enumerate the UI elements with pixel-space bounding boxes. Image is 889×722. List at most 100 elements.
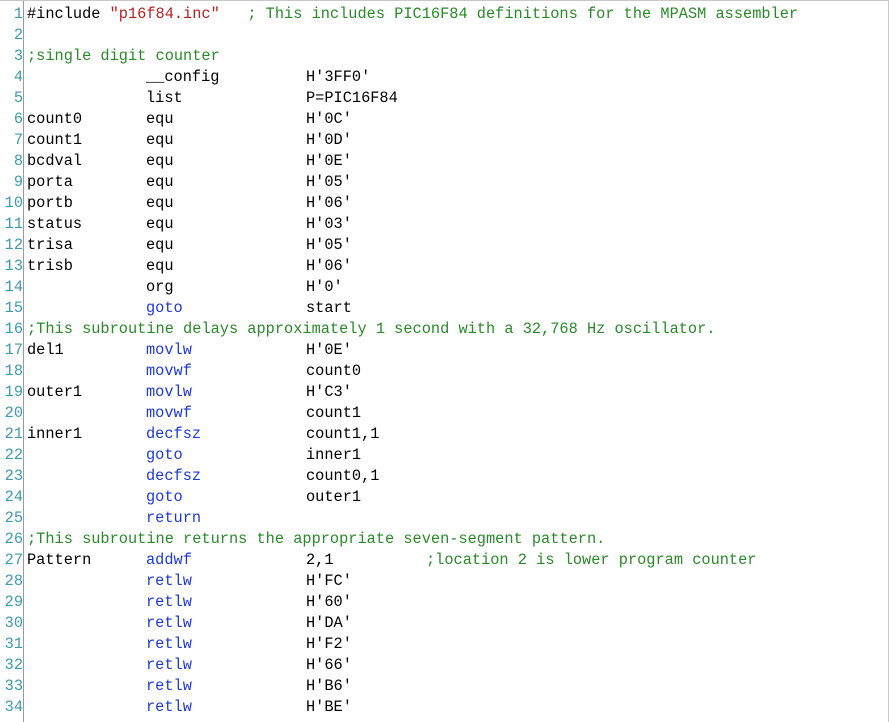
line-number: 7 — [13, 131, 23, 149]
instruction-mnemonic: retlw — [146, 572, 192, 590]
code-line[interactable]: 7 count1 equ H'0D' — [0, 130, 888, 151]
code-line[interactable]: 34 retlw H'BE' — [0, 697, 888, 718]
code-line[interactable]: 19 outer1 movlw H'C3' — [0, 382, 888, 403]
line-number: 19 — [4, 383, 23, 401]
code-line[interactable]: 14 org H'0' — [0, 277, 888, 298]
code-line[interactable]: 21 inner1 decfsz count1,1 — [0, 424, 888, 445]
line-number: 16 — [4, 320, 23, 338]
instruction-mnemonic: movwf — [146, 404, 192, 422]
operand-text: count0,1 — [306, 467, 380, 485]
line-number: 32 — [4, 656, 23, 674]
operand-text: H'F2' — [306, 635, 352, 653]
code-line[interactable]: 17 del1 movlw H'0E' — [0, 340, 888, 361]
label-text: status — [27, 215, 83, 233]
code-line[interactable]: 2 — [0, 25, 888, 46]
code-line[interactable]: 25 return — [0, 508, 888, 529]
line-number: 24 — [4, 488, 23, 506]
code-line[interactable]: 18 movwf count0 — [0, 361, 888, 382]
code-line[interactable]: 6 count0 equ H'0C' — [0, 109, 888, 130]
operand-text: H'BE' — [306, 698, 352, 716]
operand-text: H'03' — [306, 215, 352, 233]
line-number: 15 — [4, 299, 23, 317]
code-line[interactable]: 20 movwf count1 — [0, 403, 888, 424]
code-line[interactable]: 9 porta equ H'05' — [0, 172, 888, 193]
operand-text: start — [306, 299, 352, 317]
operand-text: H'06' — [306, 194, 352, 212]
code-line[interactable]: 5 list P=PIC16F84 — [0, 88, 888, 109]
directive-keyword: equ — [146, 194, 174, 212]
code-line[interactable]: 11 status equ H'03' — [0, 214, 888, 235]
directive-keyword: equ — [146, 131, 174, 149]
instruction-mnemonic: decfsz — [146, 425, 202, 443]
code-line[interactable]: 10 portb equ H'06' — [0, 193, 888, 214]
line-number: 20 — [4, 404, 23, 422]
code-line[interactable]: 13 trisb equ H'06' — [0, 256, 888, 277]
line-number: 10 — [4, 194, 23, 212]
operand-text: H'C3' — [306, 383, 352, 401]
code-line[interactable]: 27 Pattern addwf 2,1 ;location 2 is lower pr… — [0, 550, 888, 571]
operand-text: H'60' — [306, 593, 352, 611]
code-line[interactable]: 33 retlw H'B6' — [0, 676, 888, 697]
label-text: trisa — [27, 236, 73, 254]
operand-text: H'B6' — [306, 677, 352, 695]
directive-keyword: org — [146, 278, 174, 296]
label-text: outer1 — [27, 383, 83, 401]
operand-text: H'05' — [306, 173, 352, 191]
directive-keyword: equ — [146, 110, 174, 128]
line-number: 18 — [4, 362, 23, 380]
code-line[interactable]: 16 ;This subroutine delays approximately … — [0, 319, 888, 340]
operand-text: H'FC' — [306, 572, 352, 590]
operand-text: H'0C' — [306, 110, 352, 128]
comment-text: ; This includes PIC16F84 definitions for… — [219, 5, 799, 23]
line-number: 17 — [4, 341, 23, 359]
directive-keyword: equ — [146, 173, 174, 191]
code-line[interactable]: 15 goto start — [0, 298, 888, 319]
operand-text: H'3FF0' — [306, 68, 371, 86]
operand-text: 2,1 — [306, 551, 334, 569]
operand-text: count1,1 — [306, 425, 380, 443]
operand-text: count0 — [306, 362, 362, 380]
code-line[interactable]: 30 retlw H'DA' — [0, 613, 888, 634]
code-line[interactable]: 8 bcdval equ H'0E' — [0, 151, 888, 172]
comment-text: ;This subroutine returns the appropriate… — [27, 530, 606, 548]
code-line[interactable]: 12 trisa equ H'05' — [0, 235, 888, 256]
code-line[interactable]: 22 goto inner1 — [0, 445, 888, 466]
code-line[interactable]: 28 retlw H'FC' — [0, 571, 888, 592]
instruction-mnemonic: retlw — [146, 656, 192, 674]
operand-text: H'05' — [306, 236, 352, 254]
line-number: 29 — [4, 593, 23, 611]
instruction-mnemonic: return — [146, 509, 202, 527]
code-editor[interactable]: 1 #include "p16f84.inc" ; This includes P… — [0, 0, 889, 722]
operand-text: outer1 — [306, 488, 362, 506]
comment-text: ;This subroutine delays approximately 1 … — [27, 320, 716, 338]
code-line[interactable]: 24 goto outer1 — [0, 487, 888, 508]
instruction-mnemonic: retlw — [146, 698, 192, 716]
code-line[interactable]: 29 retlw H'60' — [0, 592, 888, 613]
code-line[interactable]: 3 ;single digit counter — [0, 46, 888, 67]
operand-text: H'0E' — [306, 341, 352, 359]
directive-keyword: #include — [27, 5, 110, 23]
operand-text: H'DA' — [306, 614, 352, 632]
directive-keyword: list — [146, 89, 183, 107]
code-line[interactable]: 23 decfsz count0,1 — [0, 466, 888, 487]
code-line[interactable]: 31 retlw H'F2' — [0, 634, 888, 655]
line-number: 13 — [4, 257, 23, 275]
code-line[interactable]: 32 retlw H'66' — [0, 655, 888, 676]
operand-text: P=PIC16F84 — [306, 89, 398, 107]
line-number: 21 — [4, 425, 23, 443]
line-number: 26 — [4, 530, 23, 548]
code-line[interactable]: 1 #include "p16f84.inc" ; This includes P… — [0, 4, 888, 25]
instruction-mnemonic: retlw — [146, 635, 192, 653]
instruction-mnemonic: movwf — [146, 362, 192, 380]
instruction-mnemonic: goto — [146, 488, 183, 506]
code-line[interactable]: 26 ;This subroutine returns the appropria… — [0, 529, 888, 550]
instruction-mnemonic: retlw — [146, 593, 192, 611]
code-area[interactable]: 1 #include "p16f84.inc" ; This includes P… — [0, 4, 888, 718]
line-number: 5 — [13, 89, 23, 107]
code-line[interactable]: 4 __config H'3FF0' — [0, 67, 888, 88]
line-number: 11 — [4, 215, 23, 233]
instruction-mnemonic: retlw — [146, 614, 192, 632]
line-number: 30 — [4, 614, 23, 632]
label-text: del1 — [27, 341, 64, 359]
label-text: portb — [27, 194, 73, 212]
